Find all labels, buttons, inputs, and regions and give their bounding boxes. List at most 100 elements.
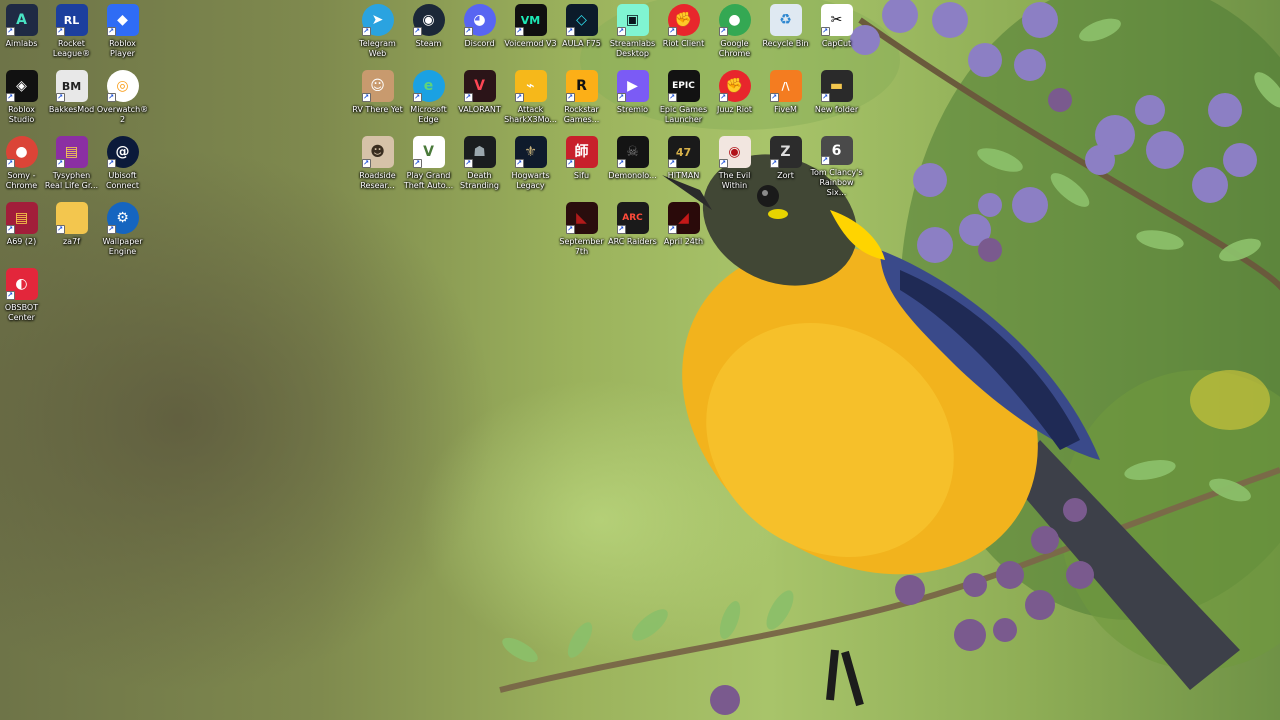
shortcut-arrow-icon: ↗ xyxy=(667,27,677,36)
desktop-icon-september-7th[interactable]: ◣ ↗ September 7th xyxy=(556,202,607,264)
desktop-icon-somy-chrome[interactable]: ● ↗ Somy - Chrome xyxy=(0,136,47,198)
desktop-icon-new-folder[interactable]: ▬ ↗ New folder xyxy=(811,70,862,132)
shortcut-arrow-icon: ↗ xyxy=(106,159,116,168)
evil-within-icon: ◉ ↗ xyxy=(718,136,751,168)
game-september-icon: ◣ ↗ xyxy=(565,202,598,234)
game-rv-icon: ☺ ↗ xyxy=(361,70,394,102)
desktop-icon-death-stranding[interactable]: ☗ ↗ Death Stranding xyxy=(454,136,505,198)
desktop-icon-the-evil-within[interactable]: ◉ ↗ The Evil Within xyxy=(709,136,760,198)
desktop-icon-rockstar-games[interactable]: R ↗ Rockstar Games... xyxy=(556,70,607,132)
desktop-icon-google-chrome[interactable]: ● ↗ Google Chrome xyxy=(709,4,760,66)
desktop-icon-rainbow-six[interactable]: 6 ↗ Tom Clancy's Rainbow Six... xyxy=(810,136,863,198)
desktop-icon-steam[interactable]: ◉ ↗ Steam xyxy=(403,4,454,66)
desktop-icon-label: VALORANT xyxy=(458,105,501,114)
shortcut-arrow-icon: ↗ xyxy=(5,93,15,102)
desktop-icon-roadside-research[interactable]: ☻ ↗ Roadside Resear... xyxy=(352,136,403,198)
roblox-studio-icon: ◈ ↗ xyxy=(5,70,38,102)
desktop-icon-voicemod[interactable]: VM ↗ Voicemod V3 xyxy=(504,4,557,66)
desktop-icon-hitman[interactable]: 47 ↗ HITMAN xyxy=(658,136,709,198)
desktop-icon-epic-games[interactable]: EPIC ↗ Epic Games Launcher xyxy=(658,70,709,132)
shortcut-arrow-icon: ↗ xyxy=(106,27,116,36)
desktop-icon-microsoft-edge[interactable]: e ↗ Microsoft Edge xyxy=(403,70,454,132)
desktop-icon-rv-there-yet[interactable]: ☺ ↗ RV There Yet xyxy=(352,70,403,132)
shortcut-arrow-icon: ↗ xyxy=(769,159,779,168)
desktop-icon-label: Tom Clancy's Rainbow Six... xyxy=(810,168,863,197)
desktop-icon-overwatch[interactable]: ◎ ↗ Overwatch® 2 xyxy=(97,70,148,132)
desktop-icon-wallpaper-engine[interactable]: ⚙ ↗ Wallpaper Engine xyxy=(97,202,148,264)
desktop-icon-a69[interactable]: ▤ ↗ A69 (2) xyxy=(0,202,47,264)
rocket-league-icon: RL ↗ xyxy=(55,4,88,36)
shortcut-arrow-icon: ↗ xyxy=(820,156,830,165)
desktop-icon-sifu[interactable]: 師 ↗ Sifu xyxy=(556,136,607,198)
desktop-icon-capcut[interactable]: ✂ ↗ CapCut xyxy=(811,4,862,66)
shortcut-arrow-icon: ↗ xyxy=(412,27,422,36)
sifu-icon: 師 ↗ xyxy=(565,136,598,168)
desktop-icon-label: Aimlabs xyxy=(5,39,38,48)
desktop-icon-za7f[interactable]: ↗ za7f xyxy=(46,202,97,264)
zort-icon: Z ↗ xyxy=(769,136,802,168)
desktop-icon-telegram-web[interactable]: ➤ ↗ Telegram Web xyxy=(352,4,403,66)
desktop-icon-stremio[interactable]: ▶ ↗ Stremio xyxy=(607,70,658,132)
desktop-icon-label: Death Stranding xyxy=(460,171,499,190)
desktop-icon-label: ARC Raiders xyxy=(608,237,657,246)
arc-raiders-icon: ARC ↗ xyxy=(616,202,649,234)
desktop-icon-label: Streamlabs Desktop xyxy=(609,39,656,58)
shortcut-arrow-icon: ↗ xyxy=(5,27,15,36)
shortcut-arrow-icon: ↗ xyxy=(514,159,524,168)
desktop-icon-label: CapCut xyxy=(821,39,852,48)
desktop-icon-riot-client[interactable]: ✊ ↗ Riot Client xyxy=(658,4,709,66)
desktop-icon-label: Demonolo... xyxy=(608,171,657,180)
ubisoft-icon: @ ↗ xyxy=(106,136,139,168)
streamlabs-icon: ▣ ↗ xyxy=(616,4,649,36)
desktop-icon-label: Rocket League® xyxy=(52,39,91,58)
desktop-icon-hogwarts-legacy[interactable]: ⚜ ↗ Hogwarts Legacy xyxy=(505,136,556,198)
roblox-icon: ◆ ↗ xyxy=(106,4,139,36)
shortcut-arrow-icon: ↗ xyxy=(718,27,728,36)
desktop-icon-rocket-league[interactable]: RL ↗ Rocket League® xyxy=(46,4,97,66)
desktop-icon-obsbot-center[interactable]: ◐ ↗ OBSBOT Center xyxy=(0,268,47,330)
desktop-icon-label: Somy - Chrome xyxy=(5,171,38,190)
desktop-icon-zort[interactable]: Z ↗ Zort xyxy=(760,136,811,198)
desktop-icon-label: Google Chrome xyxy=(718,39,751,58)
epic-games-icon: EPIC ↗ xyxy=(667,70,700,102)
shortcut-arrow-icon: ↗ xyxy=(55,159,65,168)
desktop-icon-bakkesmod[interactable]: BM ↗ BakkesMod xyxy=(46,70,97,132)
shortcut-arrow-icon: ↗ xyxy=(820,27,830,36)
shortcut-arrow-icon: ↗ xyxy=(667,93,677,102)
desktop-icon-discord[interactable]: ◕ ↗ Discord xyxy=(454,4,505,66)
desktop-icon-demonologist[interactable]: ☠ ↗ Demonolo... xyxy=(607,136,658,198)
desktop-icon-label: Sifu xyxy=(573,171,590,180)
hitman-icon: 47 ↗ xyxy=(667,136,700,168)
desktop-icon-roblox-studio[interactable]: ◈ ↗ Roblox Studio xyxy=(0,70,47,132)
desktop-icon-valorant[interactable]: V ↗ VALORANT xyxy=(454,70,505,132)
desktop-icon-label: Microsoft Edge xyxy=(410,105,447,124)
desktop-icon-arc-raiders[interactable]: ARC ↗ ARC Raiders xyxy=(607,202,658,264)
desktop-icon-attack-shark[interactable]: ⌁ ↗ Attack SharkX3Mo... xyxy=(504,70,557,132)
desktop-icon-fivem[interactable]: /\ ↗ FiveM xyxy=(760,70,811,132)
desktop-icon-april-24th[interactable]: ◢ ↗ April 24th xyxy=(658,202,709,264)
stremio-icon: ▶ ↗ xyxy=(616,70,649,102)
desktop-icon-label: Roblox Studio xyxy=(8,105,35,124)
archive-icon: ▤ ↗ xyxy=(55,136,88,168)
desktop-icon-aula-f75[interactable]: ◇ ↗ AULA F75 xyxy=(556,4,607,66)
desktop-icon-ubisoft-connect[interactable]: @ ↗ Ubisoft Connect xyxy=(97,136,148,198)
desktop-icon-label: Roadside Resear... xyxy=(359,171,396,190)
desktop-icon-label: Juuz Riot xyxy=(716,105,753,114)
desktop-icon-label: A69 (2) xyxy=(6,237,37,246)
desktop-icon-recycle-bin[interactable]: ♻ Recycle Bin xyxy=(760,4,811,66)
shortcut-arrow-icon: ↗ xyxy=(565,93,575,102)
desktop-icon-roblox-player[interactable]: ◆ ↗ Roblox Player xyxy=(97,4,148,66)
capcut-icon: ✂ ↗ xyxy=(820,4,853,36)
desktop-icon-aimlabs[interactable]: A ↗ Aimlabs xyxy=(0,4,47,66)
desktop-icon-juuz-riot[interactable]: ✊ ↗ Juuz Riot xyxy=(709,70,760,132)
discord-icon: ◕ ↗ xyxy=(463,4,496,36)
desktop-icon-label: The Evil Within xyxy=(718,171,751,190)
desktop-icon-label: April 24th xyxy=(663,237,704,246)
desktop-icon-label: Discord xyxy=(464,39,495,48)
desktop-icon-label: BakkesMod xyxy=(48,105,95,114)
desktop-icon-gta-v[interactable]: V ↗ Play Grand Theft Auto... xyxy=(403,136,454,198)
desktop-icon-tysyphen[interactable]: ▤ ↗ Tysyphen Real Life Gr... xyxy=(45,136,98,198)
desktop[interactable]: A ↗ Aimlabs RL ↗ Rocket League® ◆ ↗ Roblox Playe… xyxy=(0,0,1280,720)
attack-shark-icon: ⌁ ↗ xyxy=(514,70,547,102)
desktop-icon-streamlabs[interactable]: ▣ ↗ Streamlabs Desktop xyxy=(607,4,658,66)
